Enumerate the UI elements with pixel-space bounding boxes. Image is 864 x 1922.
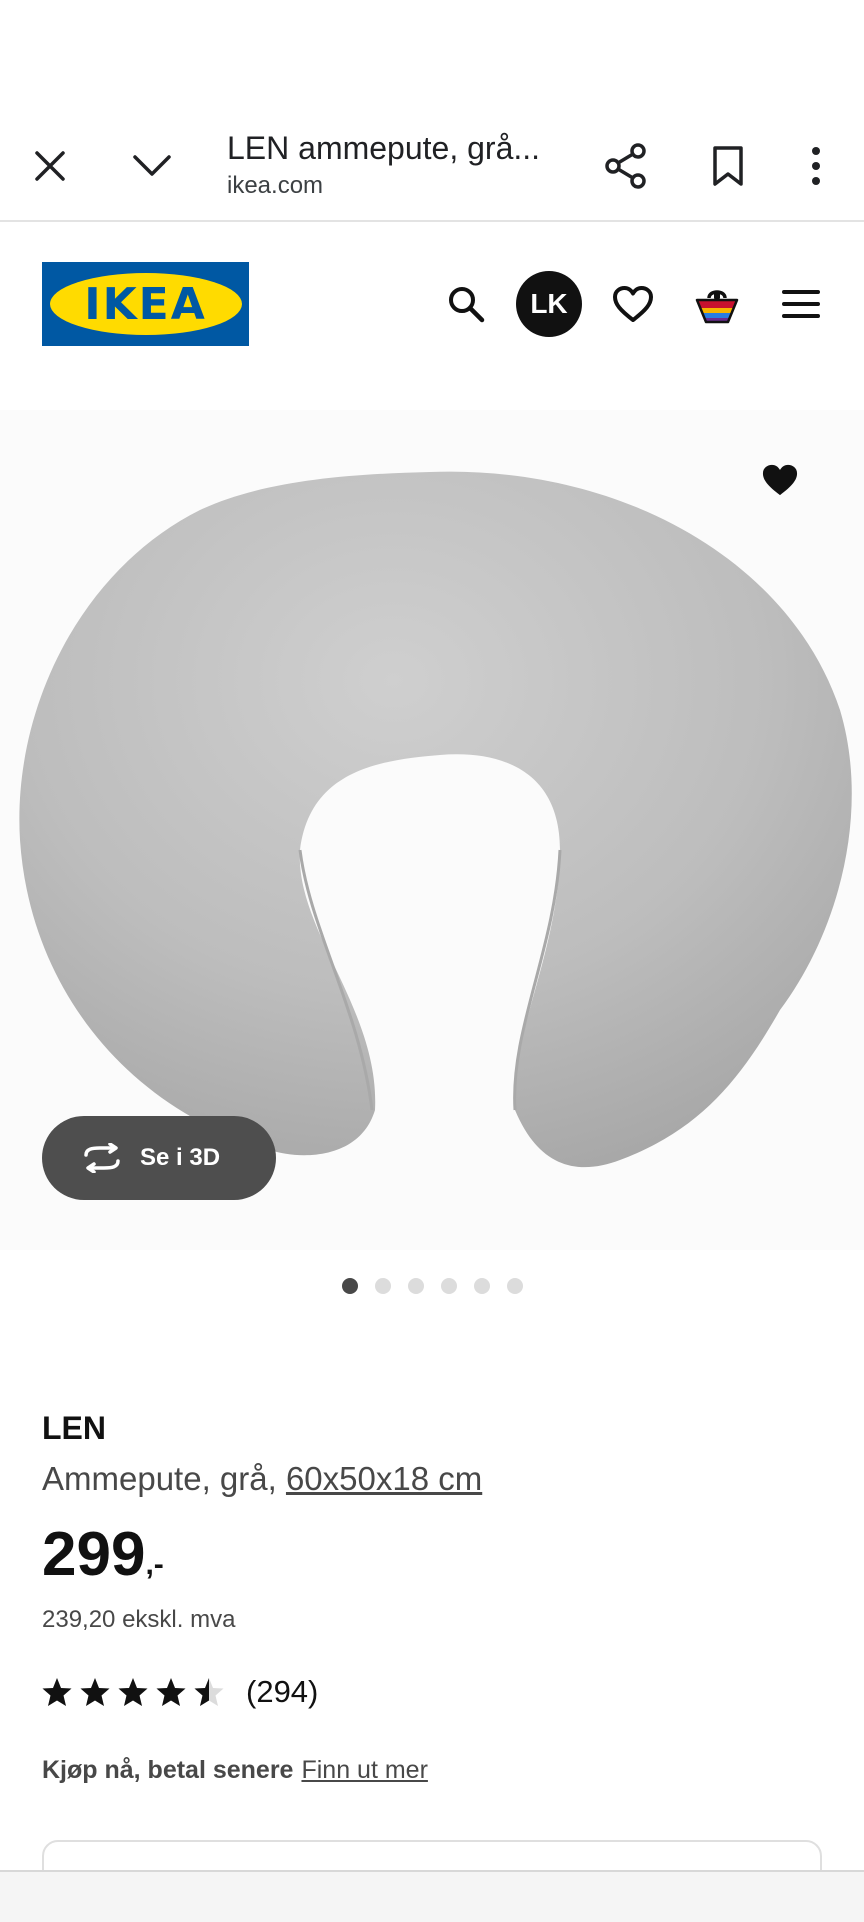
page-url: ikea.com — [227, 172, 324, 199]
browser-toolbar: LEN ammepute, grå... ikea.com — [0, 110, 864, 222]
review-count: (294) — [246, 1674, 319, 1709]
product-image-gallery[interactable]: Se i 3D — [0, 410, 864, 1250]
view-in-3d-label: Se i 3D — [140, 1144, 221, 1171]
rating-star-icon — [194, 1678, 224, 1706]
status-bar — [0, 0, 864, 110]
product-price: 299 ,- — [42, 1520, 164, 1590]
product-rating[interactable]: (294) — [42, 1674, 318, 1710]
rating-star-icon — [156, 1678, 186, 1706]
product-description: Ammepute, grå, 60x50x18 cm — [42, 1460, 482, 1498]
gallery-dot[interactable] — [374, 1278, 391, 1294]
more-options-icon[interactable] — [788, 138, 844, 194]
price-excluding-vat: 239,20 ekskl. mva — [42, 1606, 236, 1633]
menu-icon[interactable] — [765, 268, 837, 340]
gallery-dot[interactable] — [407, 1278, 424, 1294]
rotate-3d-icon — [84, 1143, 120, 1173]
share-icon[interactable] — [598, 138, 654, 194]
gallery-dot[interactable] — [473, 1278, 490, 1294]
pay-later-text: Kjøp nå, betal senere — [42, 1756, 294, 1784]
view-in-3d-button[interactable]: Se i 3D — [42, 1116, 276, 1200]
bookmark-icon[interactable] — [700, 138, 756, 194]
rating-star-icon — [118, 1678, 148, 1706]
search-icon[interactable] — [430, 268, 502, 340]
product-type: Ammepute, grå, — [42, 1460, 286, 1497]
rating-star-icon — [42, 1678, 72, 1706]
ikea-logo[interactable]: IKEA — [42, 262, 249, 346]
gallery-dot[interactable] — [506, 1278, 523, 1294]
logo-text: IKEA — [84, 278, 207, 330]
buy-now-pay-later: Kjøp nå, betal senere Finn ut mer — [42, 1756, 428, 1785]
page-title: LEN ammepute, grå... — [227, 130, 541, 166]
avatar-initials: LK — [516, 271, 582, 337]
favourites-icon[interactable] — [597, 268, 669, 340]
system-navigation-bar — [0, 1870, 864, 1922]
user-avatar[interactable]: LK — [513, 268, 585, 340]
gallery-dot[interactable] — [341, 1278, 358, 1294]
find-out-more-link[interactable]: Finn ut mer — [301, 1756, 427, 1784]
product-name: LEN — [42, 1410, 106, 1446]
rating-stars — [42, 1677, 224, 1707]
rating-star-icon — [80, 1678, 110, 1706]
price-integer: 299 — [42, 1520, 146, 1589]
gallery-dot[interactable] — [440, 1278, 457, 1294]
product-size-link[interactable]: 60x50x18 cm — [286, 1460, 482, 1497]
logo-oval: IKEA — [49, 273, 242, 335]
site-header: IKEA LK — [0, 222, 864, 372]
add-to-favourites-icon[interactable] — [754, 454, 806, 506]
gallery-pagination — [0, 1278, 864, 1294]
close-icon[interactable] — [22, 138, 78, 194]
price-suffix: ,- — [145, 1548, 164, 1581]
chevron-down-icon[interactable] — [124, 138, 180, 194]
shopping-bag-icon[interactable] — [681, 268, 753, 340]
